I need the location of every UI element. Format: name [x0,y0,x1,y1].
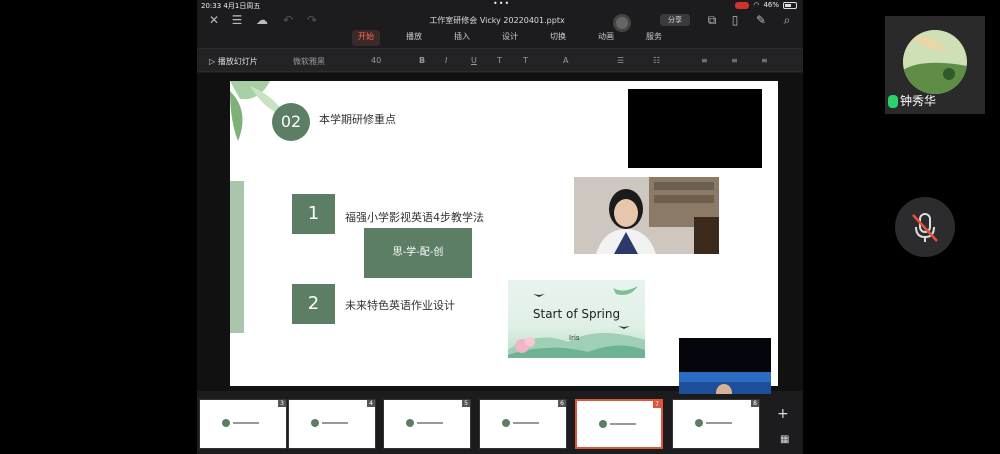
thumb-number: 3 [278,400,286,407]
numbered-list-icon[interactable]: ☷ [653,56,660,65]
align-center-icon[interactable]: ≡ [731,56,738,65]
thumb-badge [406,419,414,427]
title-bar: ✕ ☰ ☁ ↶ ↷ 工作室研修会 Vicky 20220401.pptx 分享 … [197,10,803,32]
multitask-dots[interactable]: ••• [493,0,510,8]
thumb-number: 4 [367,400,375,407]
section-title: 本学期研修重点 [319,113,396,126]
font-color-button[interactable]: A [563,56,568,65]
slideshow-button[interactable]: ▷ 播放幻灯片 [209,56,258,67]
thumb-line [610,423,636,425]
thumbnail-slide[interactable]: 4 [288,399,376,449]
participant-tile[interactable]: 钟秀华 [885,16,985,114]
avatar-image [903,30,967,94]
slideshow-label: 播放幻灯片 [217,57,258,66]
tab-play[interactable]: 播放 [400,30,428,46]
card-subtitle: Iris [569,334,580,342]
item-text-1: 福强小学影视英语4步教学法 [345,211,484,224]
thumbnail-slide-active[interactable]: 7 [575,399,663,449]
bold-button[interactable]: B [419,56,425,65]
thumb-number: 7 [653,401,661,408]
status-time: 20:33 [201,2,222,10]
tab-design[interactable]: 设计 [496,30,524,46]
tab-animation[interactable]: 动画 [592,30,620,46]
shadow-button[interactable]: T [523,56,528,65]
thumb-badge [695,419,703,427]
align-left-icon[interactable]: ≡ [701,56,708,65]
participant-name: 钟秀华 [888,92,936,109]
tab-home[interactable]: 开始 [352,30,380,46]
search-icon[interactable]: ⌕ [780,13,794,27]
underline-button[interactable]: U [471,56,477,65]
grid-view-icon[interactable]: ▦ [780,434,789,445]
thumb-badge [311,419,319,427]
bullet-list-icon[interactable]: ☰ [617,56,624,65]
side-strip [230,181,244,333]
mute-button[interactable] [895,197,955,257]
tab-insert[interactable]: 插入 [448,30,476,46]
align-right-icon[interactable]: ≡ [761,56,768,65]
thumb-number: 6 [558,400,566,407]
avatar [903,30,967,94]
thumbnail-slide[interactable]: 5 [383,399,471,449]
redo-icon[interactable]: ↷ [305,13,319,27]
tab-service[interactable]: 服务 [640,30,668,46]
status-date: 4月1日周五 [223,2,261,10]
cloud-icon[interactable]: ☁ [255,13,269,27]
method-box: 思-学-配-创 [364,228,472,278]
font-size-select[interactable]: 40 [371,56,381,65]
share-button[interactable]: 分享 [660,14,690,26]
thumbnail-slide[interactable]: 8 [672,399,760,449]
thumb-number: 8 [751,400,759,407]
thumb-line [233,422,259,424]
spring-card-image: Start of Spring Iris [508,280,645,358]
section-number-badge: 02 [272,103,310,141]
pen-icon[interactable]: ✎ [754,13,768,27]
camera-video-girl [574,177,719,254]
item-number-1: 1 [292,194,335,234]
presentation-app: 20:33 4月1日周五 ••• ◠ 46% ✕ ☰ ☁ ↶ ↷ 工作室研修会 … [197,0,803,454]
undo-icon[interactable]: ↶ [281,13,295,27]
thumb-line [417,422,443,424]
add-slide-icon[interactable]: + [777,406,789,422]
thumb-badge [502,419,510,427]
copy-icon[interactable]: ⧉ [705,13,719,27]
thumb-number: 5 [462,400,470,407]
screen-record-icon [735,1,750,9]
status-right: ◠ 46% [735,1,797,9]
wifi-icon: ◠ [753,1,760,9]
status-bar: 20:33 4月1日周五 ••• ◠ 46% [197,0,803,10]
document-title: 工作室研修会 Vicky 20220401.pptx [429,16,565,25]
format-toolbar: ▷ 播放幻灯片 微软雅黑 40 B I U T T A ☰ ☷ ≡ ≡ ≡ [197,48,803,72]
mic-active-icon [888,95,898,108]
book-icon[interactable]: ▯ [728,13,742,27]
battery-percent: 46% [763,1,779,9]
thumbnail-slide[interactable]: 6 [479,399,567,449]
thumb-badge [222,419,230,427]
screen: 20:33 4月1日周五 ••• ◠ 46% ✕ ☰ ☁ ↶ ↷ 工作室研修会 … [0,0,1000,454]
item-number-2: 2 [292,284,335,324]
item-text-2: 未来特色英语作业设计 [345,299,455,312]
slide-thumbnail-strip: 3 4 5 6 7 8 + ▦ [197,394,803,454]
ribbon-tabs: 开始 播放 插入 设计 切换 动画 服务 [197,30,803,46]
black-video-box [628,89,762,168]
tab-transition[interactable]: 切换 [544,30,572,46]
battery-icon [783,1,797,9]
participant-name-text: 钟秀华 [900,94,937,108]
thumb-line [706,422,732,424]
font-name-select[interactable]: 微软雅黑 [293,56,325,67]
slide-canvas: 02 本学期研修重点 1 福强小学影视英语4步教学法 思-学-配-创 2 未来特… [197,73,803,454]
thumb-line [322,422,348,424]
close-icon[interactable]: ✕ [207,13,221,27]
video-frame [574,177,719,254]
mic-muted-icon [912,213,938,242]
thumbnail-slide[interactable]: 3 [199,399,287,449]
italic-button[interactable]: I [445,56,447,65]
strikethrough-button[interactable]: T [497,56,502,65]
card-title: Start of Spring [532,307,621,321]
thumb-line [513,422,539,424]
thumb-badge [599,420,607,428]
menu-icon[interactable]: ☰ [230,13,244,27]
